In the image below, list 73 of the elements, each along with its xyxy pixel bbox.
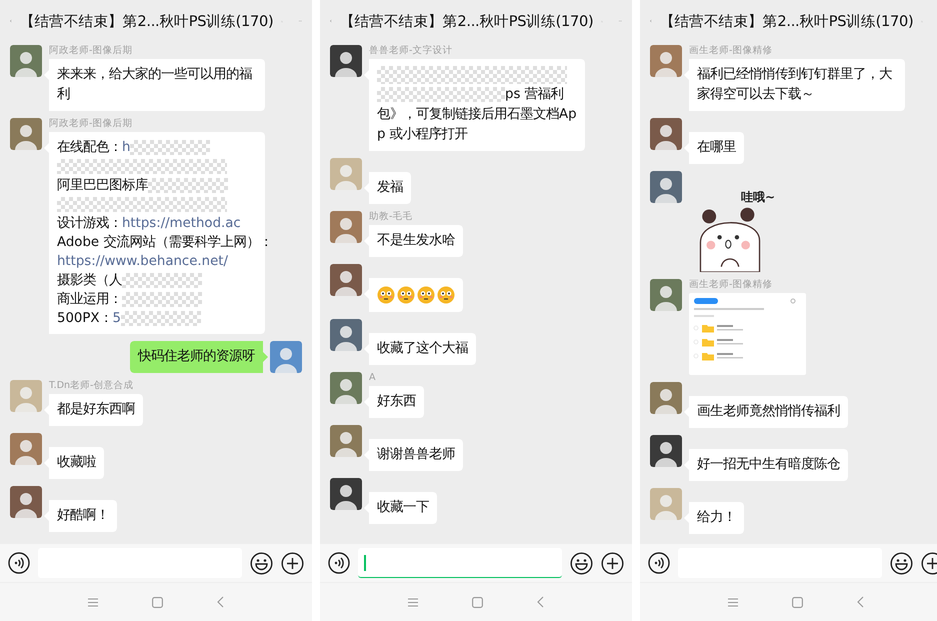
avatar[interactable] bbox=[650, 279, 682, 311]
plus-icon[interactable] bbox=[601, 552, 624, 574]
flushed-face-icon bbox=[437, 286, 455, 304]
message-bubble: 发福 bbox=[364, 172, 411, 204]
chat-title: 【结营不结束】第2...秋叶PS训练(170) bbox=[340, 12, 594, 30]
message-bubble: 都是好东西啊 bbox=[44, 394, 143, 426]
sender-name: 阿政老师-图像后期 bbox=[49, 118, 132, 131]
message-text: 在线配色： bbox=[57, 140, 122, 155]
back-icon[interactable] bbox=[217, 596, 224, 608]
home-square-icon[interactable] bbox=[472, 596, 483, 608]
home-square-icon[interactable] bbox=[792, 596, 803, 608]
avatar[interactable] bbox=[330, 478, 362, 510]
emoji-icon[interactable] bbox=[250, 552, 273, 574]
menu-icon[interactable] bbox=[88, 598, 98, 606]
voice-icon[interactable] bbox=[8, 552, 30, 574]
message-bubble: 好酷啊！ bbox=[44, 500, 117, 532]
message-bubble: 收藏啦 bbox=[44, 447, 104, 479]
voice-icon[interactable] bbox=[328, 552, 350, 574]
message-text: 设计游戏： bbox=[57, 216, 122, 231]
back-icon[interactable] bbox=[857, 596, 864, 608]
message-text: 500PX： bbox=[57, 311, 113, 326]
emoji-icon[interactable] bbox=[890, 552, 913, 574]
message-bubble: 快码住老师的资源呀 bbox=[130, 341, 268, 373]
sender-name: T.Dn老师-创意合成 bbox=[49, 380, 134, 393]
avatar[interactable] bbox=[330, 45, 362, 77]
link[interactable]: https://www.behance.net/ bbox=[57, 254, 228, 269]
message-bubble: 谢谢兽兽老师 bbox=[364, 439, 463, 471]
sender-name: 助教-毛毛 bbox=[369, 211, 412, 224]
chat-title: 【结营不结束】第2...秋叶PS训练(170) bbox=[660, 12, 914, 30]
message-bubble: 好东西 bbox=[364, 386, 424, 418]
message-input-field[interactable] bbox=[358, 548, 562, 578]
sticker-caption: 哇哦~ bbox=[741, 189, 776, 206]
sender-name: 兽兽老师-文字设计 bbox=[369, 45, 452, 58]
menu-icon[interactable] bbox=[728, 598, 738, 606]
message-bubble: 在哪里 bbox=[684, 132, 744, 164]
home-square-icon[interactable] bbox=[152, 596, 163, 608]
message-text: 阿里巴巴图标库 bbox=[57, 178, 148, 193]
message-bubble: 好一招无中生有暗度陈仓 bbox=[684, 449, 848, 481]
message-bubble: 来来来，给大家的一些可以用的福利 bbox=[44, 59, 265, 111]
avatar[interactable] bbox=[650, 435, 682, 467]
avatar[interactable] bbox=[330, 319, 362, 351]
message-bubble: 不是生发水哈 bbox=[364, 225, 463, 257]
menu-icon[interactable] bbox=[408, 598, 418, 606]
avatar[interactable] bbox=[10, 45, 42, 77]
message-bubble: 画生老师竟然悄悄传福利 bbox=[684, 396, 848, 428]
sender-name: 画生老师-图像精修 bbox=[689, 279, 772, 292]
avatar[interactable] bbox=[650, 171, 682, 203]
flushed-face-icon bbox=[417, 286, 435, 304]
avatar[interactable] bbox=[10, 486, 42, 518]
link[interactable]: h bbox=[122, 140, 130, 155]
avatar[interactable] bbox=[330, 372, 362, 404]
message-bubble: 福利已经悄悄传到钉钉群里了，大家得空可以去下载～ bbox=[684, 59, 905, 111]
message-bubble: 收藏一下 bbox=[364, 492, 437, 524]
chat-title: 【结营不结束】第2...秋叶PS训练(170) bbox=[20, 12, 274, 30]
link[interactable]: https://method.ac bbox=[122, 216, 241, 231]
avatar[interactable] bbox=[330, 264, 362, 296]
plus-icon[interactable] bbox=[281, 552, 304, 574]
message-text: 商业运用： bbox=[57, 292, 122, 307]
flushed-face-icon bbox=[397, 286, 415, 304]
message-bubble: ps 营福利包》，可复制链接后用石墨文档App 或小程序打开 bbox=[364, 59, 585, 151]
sender-name: A bbox=[369, 372, 376, 385]
emoji-icon[interactable] bbox=[570, 552, 593, 574]
message-text: Adobe 交流网站（需要科学上网）： bbox=[57, 235, 272, 250]
message-bubble: 给力！ bbox=[684, 502, 744, 534]
message-text: 摄影类（人 bbox=[57, 273, 122, 288]
flushed-face-icon bbox=[377, 286, 395, 304]
back-icon[interactable] bbox=[537, 596, 544, 608]
sender-name: 画生老师-图像精修 bbox=[689, 45, 772, 58]
link[interactable]: 5 bbox=[112, 311, 121, 326]
sender-name: 阿政老师-图像后期 bbox=[49, 45, 132, 58]
avatar[interactable] bbox=[650, 118, 682, 150]
voice-icon[interactable] bbox=[648, 552, 670, 574]
message-bubble: 收藏了这个大福 bbox=[364, 333, 476, 365]
